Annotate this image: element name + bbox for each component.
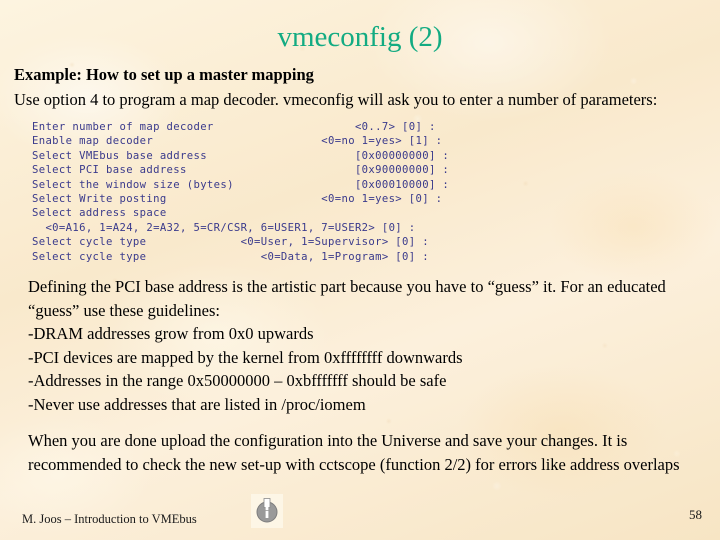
closing-paragraph: When you are done upload the configurati… — [28, 431, 680, 474]
info-button[interactable] — [251, 494, 283, 528]
intro-paragraph: Use option 4 to program a map decoder. v… — [14, 90, 658, 109]
guideline-list: -DRAM addresses grow from 0x0 upwards -P… — [28, 322, 676, 416]
terminal-transcript: Enter number of map decoder <0..7> [0] :… — [32, 121, 450, 263]
list-item: -Addresses in the range 0x50000000 – 0xb… — [28, 371, 447, 391]
footer-author-label: M. Joos – Introduction to VMEbus — [22, 512, 197, 526]
list-item: -Never use addresses that are listed in … — [28, 394, 366, 414]
info-icon — [256, 498, 278, 523]
pci-base-address-paragraph: Defining the PCI base address is the art… — [28, 277, 666, 320]
list-item: -DRAM addresses grow from 0x0 upwards — [28, 324, 314, 344]
example-heading: Example: How to set up a master mapping — [14, 65, 314, 84]
list-item: -PCI devices are mapped by the kernel fr… — [28, 347, 463, 367]
page-title: vmeconfig (2) — [277, 21, 443, 53]
slide-number: 58 — [689, 507, 702, 522]
slide-body: Example: How to set up a master mapping … — [14, 64, 706, 476]
guidelines-section: Defining the PCI base address is the art… — [28, 275, 676, 416]
slide-canvas: vmeconfig (2) Example: How to set up a m… — [0, 0, 720, 540]
